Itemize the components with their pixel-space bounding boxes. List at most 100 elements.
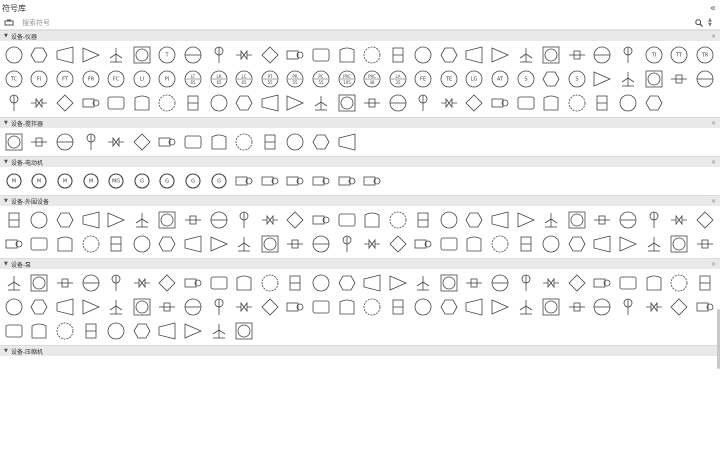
search-stepper[interactable]: ▲ ▼ (708, 17, 716, 28)
symbol-item[interactable] (231, 130, 257, 154)
symbol-item[interactable] (155, 319, 181, 343)
symbol-item[interactable] (1, 208, 27, 232)
symbol-item[interactable] (359, 43, 385, 67)
symbol-item[interactable]: M (27, 169, 53, 193)
symbol-item[interactable]: G (155, 169, 181, 193)
symbol-item[interactable] (487, 295, 513, 319)
symbol-item[interactable] (52, 319, 78, 343)
symbol-item[interactable] (206, 130, 232, 154)
symbol-item[interactable] (641, 271, 667, 295)
symbol-item[interactable] (334, 232, 360, 256)
section-header-instruments[interactable]: ▼ 设备-仪器 × (0, 30, 720, 41)
symbol-item[interactable] (27, 271, 53, 295)
symbol-item[interactable] (257, 232, 283, 256)
symbol-item[interactable] (436, 295, 462, 319)
scrollbar[interactable] (716, 44, 720, 452)
symbol-item[interactable]: TI (641, 43, 667, 67)
symbol-item[interactable] (1, 43, 27, 67)
symbol-item[interactable] (231, 319, 257, 343)
symbol-item[interactable] (129, 208, 155, 232)
symbol-item[interactable] (615, 295, 641, 319)
symbol-item[interactable] (27, 232, 53, 256)
symbol-item[interactable] (103, 232, 129, 256)
symbol-item[interactable] (231, 208, 257, 232)
symbol-item[interactable] (231, 91, 257, 115)
symbol-item[interactable] (666, 208, 692, 232)
symbol-item[interactable] (641, 295, 667, 319)
symbol-item[interactable] (231, 232, 257, 256)
symbol-item[interactable] (78, 208, 104, 232)
symbol-item[interactable] (155, 208, 181, 232)
collapse-triangle-icon[interactable]: ▼ (4, 261, 8, 267)
symbol-item[interactable] (283, 295, 309, 319)
symbol-item[interactable] (27, 319, 53, 343)
symbol-item[interactable] (257, 43, 283, 67)
symbol-item[interactable] (78, 232, 104, 256)
symbol-item[interactable] (52, 130, 78, 154)
symbol-item[interactable] (411, 43, 437, 67)
symbol-item[interactable] (129, 91, 155, 115)
symbol-item[interactable] (692, 271, 718, 295)
symbol-item[interactable] (103, 130, 129, 154)
library-icon[interactable]: ▾ (4, 19, 18, 27)
symbol-item[interactable] (231, 295, 257, 319)
symbol-item[interactable] (334, 130, 360, 154)
symbol-item[interactable] (334, 271, 360, 295)
symbol-item[interactable]: LG (462, 67, 488, 91)
symbol-item[interactable] (180, 319, 206, 343)
symbol-item[interactable] (129, 271, 155, 295)
symbol-item[interactable] (103, 319, 129, 343)
symbol-item[interactable] (462, 43, 488, 67)
symbol-item[interactable] (1, 271, 27, 295)
symbol-item[interactable]: PI (155, 67, 181, 91)
symbol-item[interactable] (359, 232, 385, 256)
symbol-item[interactable] (564, 43, 590, 67)
symbol-item[interactable] (52, 91, 78, 115)
symbol-item[interactable]: LT 65 (180, 67, 206, 91)
symbol-item[interactable] (78, 130, 104, 154)
symbol-item[interactable]: FR (78, 67, 104, 91)
symbol-item[interactable] (257, 130, 283, 154)
symbol-item[interactable] (641, 67, 667, 91)
symbol-item[interactable] (590, 91, 616, 115)
symbol-item[interactable] (385, 271, 411, 295)
symbol-item[interactable]: T (155, 43, 181, 67)
symbol-item[interactable] (334, 208, 360, 232)
symbol-item[interactable] (411, 91, 437, 115)
symbol-item[interactable] (78, 271, 104, 295)
symbol-item[interactable] (462, 208, 488, 232)
symbol-item[interactable] (487, 91, 513, 115)
symbol-item[interactable] (487, 271, 513, 295)
symbol-item[interactable] (308, 295, 334, 319)
symbol-item[interactable] (206, 208, 232, 232)
symbol-item[interactable]: PC 55 (308, 67, 334, 91)
symbol-item[interactable]: M (78, 169, 104, 193)
symbol-item[interactable] (513, 295, 539, 319)
symbol-item[interactable]: G (206, 169, 232, 193)
symbol-item[interactable] (564, 208, 590, 232)
symbol-item[interactable] (308, 130, 334, 154)
symbol-item[interactable] (180, 91, 206, 115)
symbol-item[interactable] (359, 295, 385, 319)
symbol-item[interactable] (78, 43, 104, 67)
symbol-item[interactable] (385, 295, 411, 319)
symbol-item[interactable]: PRC 105 (334, 67, 360, 91)
symbol-item[interactable] (206, 319, 232, 343)
symbol-item[interactable] (513, 91, 539, 115)
symbol-item[interactable] (180, 130, 206, 154)
symbol-item[interactable]: M (52, 169, 78, 193)
symbol-item[interactable] (129, 319, 155, 343)
symbol-item[interactable] (513, 271, 539, 295)
symbol-item[interactable] (436, 271, 462, 295)
collapse-triangle-icon[interactable]: ▼ (4, 120, 8, 126)
symbol-item[interactable] (641, 208, 667, 232)
symbol-item[interactable]: PRC 48 (359, 67, 385, 91)
search-input[interactable] (18, 16, 694, 29)
symbol-item[interactable] (27, 43, 53, 67)
symbol-item[interactable] (155, 232, 181, 256)
search-icon[interactable] (694, 18, 704, 28)
symbol-item[interactable] (283, 130, 309, 154)
symbol-item[interactable] (180, 208, 206, 232)
symbol-item[interactable] (155, 271, 181, 295)
symbol-item[interactable] (564, 91, 590, 115)
